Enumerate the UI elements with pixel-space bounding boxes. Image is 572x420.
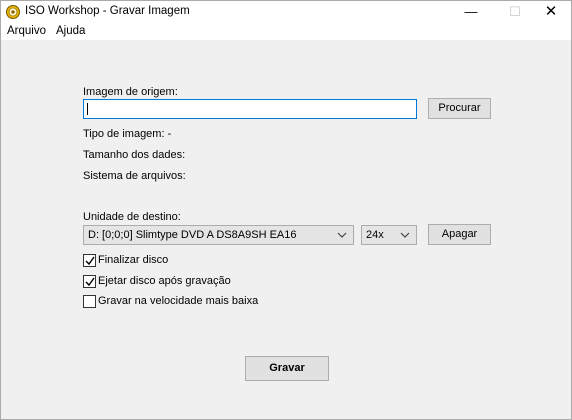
minimize-icon: — (464, 4, 478, 19)
maximize-icon: ☐ (509, 4, 521, 19)
erase-button[interactable]: Apagar (428, 224, 491, 245)
minimize-button[interactable]: — (449, 1, 493, 23)
option-finalize-disc[interactable]: Finalizar disco (83, 254, 283, 268)
menu-arquivo[interactable]: Arquivo (7, 25, 46, 37)
data-size-label: Tamanho dos dades: (83, 149, 186, 161)
close-icon: ✕ (544, 3, 558, 20)
drive-select[interactable]: D: [0;0;0] Slimtype DVD A DS8A9SH EA16 (83, 225, 354, 245)
drive-select-value: D: [0;0;0] Slimtype DVD A DS8A9SH EA16 (88, 229, 297, 241)
burn-button[interactable]: Gravar (245, 356, 329, 381)
image-type-label: Tipo de imagem: - (83, 128, 172, 140)
menu-ajuda[interactable]: Ajuda (56, 25, 85, 37)
source-image-label: Imagem de origem: (83, 86, 178, 98)
speed-select[interactable]: 24x (361, 225, 417, 245)
finalize-disc-label: Finalizar disco (98, 254, 169, 266)
source-image-input[interactable] (83, 99, 417, 119)
title-bar[interactable]: ISO Workshop - Gravar Imagem — ☐ ✕ (1, 1, 571, 23)
disc-icon (6, 5, 20, 19)
finalize-disc-checkbox[interactable] (83, 254, 96, 267)
speed-select-value: 24x (366, 229, 384, 241)
menu-bar: Arquivo Ajuda (1, 23, 571, 40)
check-icon (85, 256, 95, 266)
check-icon (85, 277, 95, 287)
text-caret (87, 103, 88, 115)
app-window: ISO Workshop - Gravar Imagem — ☐ ✕ Arqui… (0, 0, 572, 420)
eject-disc-label: Ejetar disco após gravação (98, 275, 231, 287)
option-lowest-speed[interactable]: Gravar na velocidade mais baixa (83, 295, 303, 309)
browse-button[interactable]: Procurar (428, 98, 491, 119)
chevron-down-icon (337, 232, 347, 238)
chevron-down-icon (400, 232, 410, 238)
option-eject-disc[interactable]: Ejetar disco após gravação (83, 275, 283, 289)
lowest-speed-checkbox[interactable] (83, 295, 96, 308)
file-system-label: Sistema de arquivos: (83, 170, 186, 182)
eject-disc-checkbox[interactable] (83, 275, 96, 288)
lowest-speed-label: Gravar na velocidade mais baixa (98, 295, 259, 307)
destination-drive-label: Unidade de destino: (83, 211, 181, 223)
close-button[interactable]: ✕ (529, 1, 572, 23)
window-title: ISO Workshop - Gravar Imagem (25, 5, 190, 17)
